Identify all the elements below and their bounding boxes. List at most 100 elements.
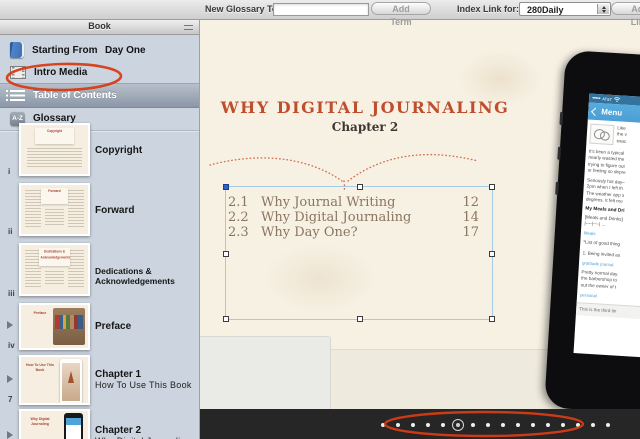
thumbnail-page-preview[interactable]: Forward: [19, 183, 90, 236]
page-dot[interactable]: [576, 423, 580, 427]
page-dot[interactable]: [591, 423, 595, 427]
selection-handle[interactable]: [489, 316, 495, 322]
journal-text: [Meals and Drinks] |----|----| ...: [584, 214, 623, 227]
page-row-copyright[interactable]: Copyright Copyright i: [0, 123, 199, 181]
sidebar-item-label: Starting From: [32, 44, 98, 56]
sidebar-item-starting-from[interactable]: Starting From Day One: [0, 39, 199, 61]
page-label: Chapter 1: [95, 369, 142, 380]
new-glossary-term-input[interactable]: [273, 3, 369, 16]
page-label: Preface: [95, 321, 132, 332]
page-dot[interactable]: [486, 423, 490, 427]
signal-dots-icon: ●●●●●: [592, 95, 601, 101]
page-dot[interactable]: [471, 423, 475, 427]
page-number: iv: [8, 341, 15, 350]
page-dot[interactable]: [411, 423, 415, 427]
toc-textbox-selection[interactable]: 2.1 Why Journal Writing 12 2.2 Why Digit…: [223, 184, 495, 322]
selection-handle[interactable]: [223, 251, 229, 257]
page-number: 7: [8, 395, 13, 404]
disclosure-triangle-icon[interactable]: [7, 375, 13, 383]
add-term-button[interactable]: Add Term: [371, 2, 431, 27]
page-dot[interactable]: [531, 423, 535, 427]
page-dot[interactable]: [606, 423, 610, 427]
sidebar-item-label: Glossary: [33, 112, 76, 124]
thumb-title: Dedications & Acknowledgements: [40, 249, 71, 260]
sidebar-item-label: Table of Contents: [33, 90, 117, 101]
wifi-icon: [613, 97, 621, 102]
thumbnail-page-preview[interactable]: Why Digital Journaling: [19, 409, 90, 439]
toc-entry-number: 2.2: [228, 210, 249, 225]
selection-handle[interactable]: [223, 184, 229, 190]
selection-handle[interactable]: [223, 316, 229, 322]
sidebar-collapse-icon[interactable]: [184, 25, 193, 30]
thumb-text-lines: [45, 271, 64, 286]
page-sublabel: How To Use This Book: [95, 380, 192, 390]
disclosure-triangle-icon[interactable]: [7, 321, 13, 329]
sidebar-header-title: Book: [88, 21, 111, 31]
page-dot[interactable]: [441, 423, 445, 427]
index-link-select[interactable]: 280Daily: [519, 2, 611, 16]
page-label: Forward: [95, 205, 135, 216]
page-label: Chapter 2: [95, 425, 142, 436]
thumb-tablet-image: [60, 359, 82, 403]
page-row-preface[interactable]: Preface Preface iv: [0, 303, 199, 353]
phone-volume-button: [559, 111, 564, 125]
phone-volume-button: [555, 181, 559, 195]
page-row-forward[interactable]: Forward Forward ii: [0, 183, 199, 241]
back-chevron-icon: [591, 107, 600, 116]
page-dot[interactable]: [426, 423, 430, 427]
toc-entry-page: 12: [462, 195, 479, 210]
toc-row: 2.2 Why Digital Journaling 14: [226, 210, 492, 225]
add-link-button[interactable]: Add Link: [611, 2, 640, 27]
sidebar-item-table-of-contents[interactable]: Table of Contents: [0, 83, 199, 108]
sidebar-header: Book: [0, 19, 199, 35]
journal-text: Seriously hot day– 2pm when I left th The …: [585, 177, 625, 204]
page-dot[interactable]: [561, 423, 565, 427]
toc-entry-title: Why Journal Writing: [261, 195, 396, 210]
selection-handle[interactable]: [489, 184, 495, 190]
book-sidebar: Book Starting From Day One Intro Media T…: [0, 19, 200, 439]
disclosure-triangle-icon[interactable]: [7, 431, 13, 439]
page-dot[interactable]: [546, 423, 550, 427]
page-dot[interactable]: [516, 423, 520, 427]
thumbnail-page-preview[interactable]: Preface: [19, 303, 90, 350]
sidebar-item-intro-media[interactable]: Intro Media: [0, 61, 199, 83]
thumb-title: Why Digital Journaling: [30, 417, 50, 426]
journal-sketch-thumbnail: [589, 123, 615, 146]
selection-handle[interactable]: [357, 316, 363, 322]
thumbnail-page-preview[interactable]: How To Use This Book: [19, 355, 90, 405]
page-number: iii: [8, 289, 15, 298]
journal-text: This is the third tin: [575, 302, 640, 322]
page-label: Dedications & Acknowledgements: [95, 266, 175, 286]
index-link-selected-value: 280Daily: [527, 5, 564, 15]
thumb-text-lines: [68, 250, 84, 289]
app-window: New Glossary Term Add Term Index Link fo…: [0, 0, 640, 439]
page-row-chapter2[interactable]: Why Digital Journaling Chapter 2 Why Dig…: [0, 409, 199, 439]
chapter-title: WHY DIGITAL JOURNALING: [220, 98, 510, 117]
thumb-text-lines: [27, 148, 82, 169]
chapter-subtitle: Chapter 2: [331, 120, 399, 134]
phone-volume-button: [557, 146, 562, 160]
journal-text: Pretty normal day. the barbershop to out t…: [580, 269, 619, 290]
thumb-text-lines: [45, 209, 64, 226]
toc-entry-number: 2.1: [228, 195, 249, 210]
thumb-text-lines: [68, 190, 84, 229]
top-toolbar: New Glossary Term Add Term Index Link fo…: [0, 0, 640, 27]
page-dot[interactable]: [381, 423, 385, 427]
journal-entry-preview: Like the v exac: [589, 123, 640, 149]
selection-handle[interactable]: [489, 251, 495, 257]
page-row-dedications[interactable]: Dedications & Acknowledgements Dedicatio…: [0, 243, 199, 301]
page-row-chapter1[interactable]: How To Use This Book Chapter 1 How To Us…: [0, 355, 199, 407]
thumbnail-page-preview[interactable]: Dedications & Acknowledgements: [19, 243, 90, 296]
menu-label: Menu: [601, 107, 623, 118]
page-label: Copyright: [95, 145, 143, 156]
thumb-title: Forward: [48, 189, 61, 193]
next-page-corner: [200, 336, 331, 410]
selection-handle[interactable]: [357, 184, 363, 190]
page-dot[interactable]: [396, 423, 400, 427]
thumb-photo: [53, 308, 85, 345]
thumbnail-page-preview[interactable]: Copyright: [19, 123, 90, 176]
toc-entry-title: Why Day One?: [261, 225, 358, 240]
film-icon: [10, 65, 26, 79]
page-dot[interactable]: [501, 423, 505, 427]
page-dot-active[interactable]: [451, 418, 464, 431]
